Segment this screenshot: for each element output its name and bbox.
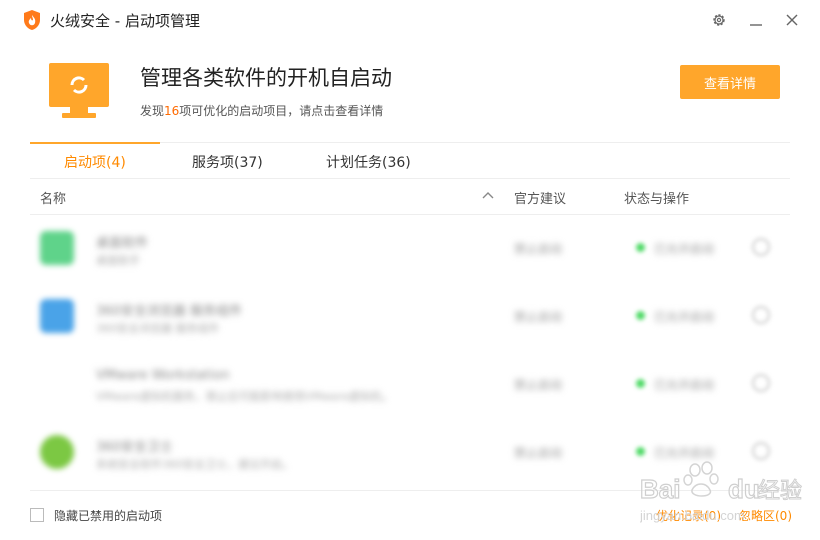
app-icon bbox=[40, 299, 74, 333]
hide-disabled-checkbox[interactable] bbox=[30, 508, 44, 522]
active-tab-indicator bbox=[30, 142, 160, 144]
settings-button[interactable] bbox=[709, 10, 729, 30]
row-desc: 桌面助手 bbox=[96, 254, 140, 267]
row-status: 已允许启动 bbox=[654, 378, 715, 392]
gear-icon bbox=[713, 14, 725, 26]
row-action-button[interactable] bbox=[752, 374, 770, 392]
row-advice: 禁止启动 bbox=[514, 378, 563, 392]
column-advice: 官方建议 bbox=[514, 192, 567, 207]
row-status: 已允许启动 bbox=[654, 242, 715, 256]
found-suffix: 项可优化的启动项目，请点击查看详情 bbox=[179, 104, 384, 118]
row-name: VMware Workstation bbox=[96, 368, 230, 383]
minimize-icon bbox=[750, 24, 762, 26]
table-row[interactable]: VMware Workstation VMware虚拟机服务，禁止后可能影响使用… bbox=[30, 350, 790, 418]
sort-ascending-icon[interactable] bbox=[481, 189, 495, 203]
found-count: 16 bbox=[164, 104, 180, 118]
huorong-logo-icon bbox=[24, 10, 40, 30]
row-advice: 禁止启动 bbox=[514, 446, 563, 460]
table-row[interactable]: 桌面软件 桌面助手 禁止启动 已允许启动 bbox=[30, 214, 790, 282]
row-advice: 禁止启动 bbox=[514, 242, 563, 256]
column-status: 状态与操作 bbox=[624, 192, 690, 207]
row-name: 360安全卫士 bbox=[96, 440, 173, 455]
hide-disabled-label[interactable]: 隐藏已禁用的启动项 bbox=[54, 507, 162, 524]
app-icon bbox=[40, 231, 74, 265]
page-headline: 管理各类软件的开机自启动 bbox=[140, 66, 392, 90]
monitor-refresh-icon bbox=[49, 63, 109, 118]
tab-services[interactable]: 服务项(37) bbox=[192, 152, 263, 172]
row-name: 桌面软件 bbox=[96, 236, 149, 251]
status-dot-icon bbox=[636, 243, 645, 252]
row-action-button[interactable] bbox=[752, 238, 770, 256]
window-title: 火绒安全 - 启动项管理 bbox=[50, 12, 200, 30]
ignored-area-link[interactable]: 忽略区(0) bbox=[739, 507, 792, 524]
row-action-button[interactable] bbox=[752, 306, 770, 324]
footer-divider bbox=[30, 490, 790, 491]
status-dot-icon bbox=[636, 447, 645, 456]
row-name: 360安全浏览器 服务组件 bbox=[96, 304, 242, 319]
status-dot-icon bbox=[636, 311, 645, 320]
found-summary: 发现16项可优化的启动项目，请点击查看详情 bbox=[140, 102, 383, 119]
status-dot-icon bbox=[636, 379, 645, 388]
tab-startup[interactable]: 启动项(4) bbox=[64, 152, 126, 172]
row-desc: 360安全浏览器 服务组件 bbox=[96, 322, 220, 335]
close-icon bbox=[786, 14, 798, 26]
row-action-button[interactable] bbox=[752, 442, 770, 460]
row-status: 已允许启动 bbox=[654, 310, 715, 324]
row-desc: VMware虚拟机服务，禁止后可能影响使用VMware虚拟机。 bbox=[96, 390, 393, 403]
table-row[interactable]: 360安全卫士 系统安全软件360安全卫士，建议开启。 禁止启动 已允许启动 bbox=[30, 418, 790, 486]
close-button[interactable] bbox=[782, 10, 802, 30]
row-advice: 禁止启动 bbox=[514, 310, 563, 324]
optimization-history-link[interactable]: 优化记录(0) bbox=[656, 507, 721, 524]
row-desc: 系统安全软件360安全卫士，建议开启。 bbox=[96, 458, 293, 471]
found-prefix: 发现 bbox=[140, 104, 165, 118]
minimize-button[interactable] bbox=[746, 10, 766, 30]
row-status: 已允许启动 bbox=[654, 446, 715, 460]
view-details-button[interactable]: 查看详情 bbox=[680, 65, 780, 99]
column-name[interactable]: 名称 bbox=[40, 188, 66, 207]
title-bar: 火绒安全 - 启动项管理 bbox=[0, 0, 820, 42]
app-icon bbox=[40, 367, 74, 401]
tab-scheduled-tasks[interactable]: 计划任务(36) bbox=[326, 152, 411, 172]
table-row[interactable]: 360安全浏览器 服务组件 360安全浏览器 服务组件 禁止启动 已允许启动 bbox=[30, 282, 790, 350]
app-icon bbox=[40, 435, 74, 469]
tabs-bottom-divider bbox=[30, 178, 790, 179]
